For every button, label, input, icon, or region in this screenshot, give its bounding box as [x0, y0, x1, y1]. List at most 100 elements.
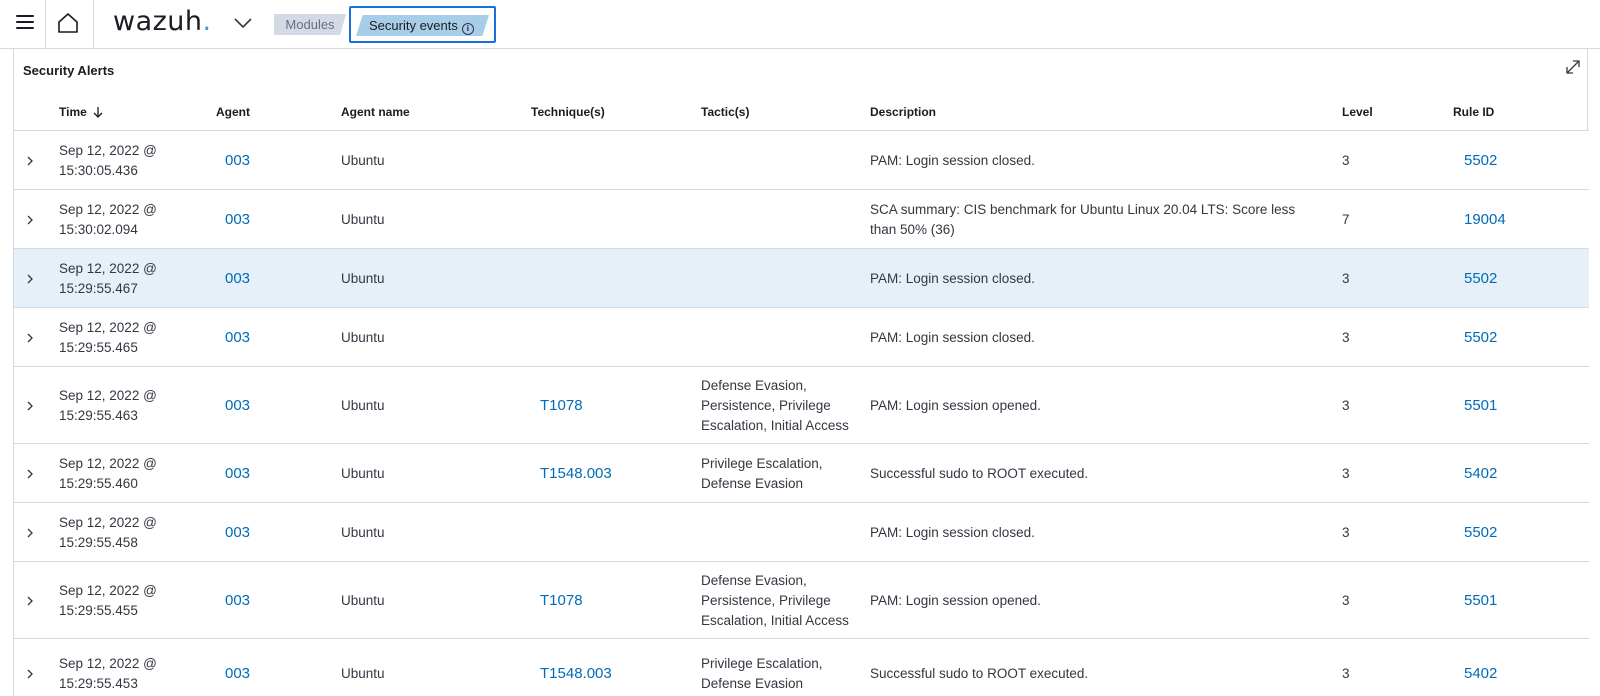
- chevron-right-icon[interactable]: [24, 155, 36, 167]
- rule-id-link[interactable]: 5502: [1464, 151, 1497, 171]
- column-header-techniques[interactable]: Technique(s): [531, 105, 605, 119]
- description-cell: PAM: Login session closed.: [870, 270, 1035, 286]
- chevron-right-icon[interactable]: [24, 400, 36, 412]
- chevron-right-icon[interactable]: [24, 332, 36, 344]
- tactic-line: Defense Evasion,: [701, 377, 807, 393]
- table-row[interactable]: Sep 12, 2022 @ 15:29:55.453 003 Ubuntu T1548…: [14, 639, 1589, 696]
- level-cell: 3: [1342, 397, 1350, 413]
- time-cell: Sep 12, 2022 @ 15:29:55.458: [59, 513, 157, 553]
- tactic-cell: Defense Evasion, Persistence, Privilege Es…: [701, 571, 866, 631]
- technique-link[interactable]: T1548.003: [540, 464, 612, 484]
- time-date: Sep 12, 2022 @: [59, 319, 157, 335]
- menu-icon[interactable]: [16, 15, 34, 31]
- technique-link[interactable]: T1548.003: [540, 664, 612, 684]
- time-date: Sep 12, 2022 @: [59, 387, 157, 403]
- time-clock: 15:29:55.458: [59, 534, 138, 550]
- description-cell: Successful sudo to ROOT executed.: [870, 465, 1089, 481]
- agent-link[interactable]: 003: [225, 269, 250, 289]
- agent-name-cell: Ubuntu: [341, 666, 385, 681]
- tactic-line: Defense Evasion: [701, 676, 804, 691]
- time-date: Sep 12, 2022 @: [59, 455, 157, 471]
- chevron-right-icon[interactable]: [24, 214, 36, 226]
- table-row[interactable]: Sep 12, 2022 @ 15:29:55.467 003 Ubuntu PAM: …: [14, 249, 1589, 308]
- agent-link[interactable]: 003: [225, 210, 250, 230]
- chevron-right-icon[interactable]: [24, 668, 36, 680]
- agent-name-cell: Ubuntu: [341, 524, 385, 540]
- time-date: Sep 12, 2022 @: [59, 201, 157, 217]
- rule-id-link[interactable]: 19004: [1464, 210, 1506, 230]
- agent-name-cell: Ubuntu: [341, 397, 385, 413]
- time-date: Sep 12, 2022 @: [59, 514, 157, 530]
- table-row[interactable]: Sep 12, 2022 @ 15:29:55.465 003 Ubuntu PAM: …: [14, 308, 1589, 367]
- agent-link[interactable]: 003: [225, 591, 250, 611]
- time-date: Sep 12, 2022 @: [59, 142, 157, 158]
- fullscreen-icon[interactable]: [1564, 58, 1582, 76]
- agent-link[interactable]: 003: [225, 464, 250, 484]
- column-header-time[interactable]: Time: [59, 105, 104, 119]
- tactic-line: Escalation, Initial Access: [701, 612, 849, 628]
- time-clock: 15:29:55.465: [59, 339, 138, 355]
- table-row[interactable]: Sep 12, 2022 @ 15:29:55.460 003 Ubuntu T1548…: [14, 444, 1589, 503]
- description-cell: PAM: Login session opened.: [870, 397, 1041, 413]
- rule-id-link[interactable]: 5502: [1464, 523, 1497, 543]
- level-cell: 7: [1342, 211, 1350, 227]
- time-cell: Sep 12, 2022 @ 15:30:02.094: [59, 200, 157, 240]
- technique-link[interactable]: T1078: [540, 591, 583, 611]
- rule-id-link[interactable]: 5501: [1464, 591, 1497, 611]
- chevron-right-icon[interactable]: [24, 273, 36, 285]
- chevron-down-icon[interactable]: [232, 16, 254, 30]
- agent-link[interactable]: 003: [225, 396, 250, 416]
- table-row[interactable]: Sep 12, 2022 @ 15:29:55.463 003 Ubuntu T1078…: [14, 367, 1589, 444]
- agent-name-cell: Ubuntu: [341, 329, 385, 345]
- agent-name-cell: Ubuntu: [341, 592, 385, 608]
- table-row[interactable]: Sep 12, 2022 @ 15:30:02.094 003 Ubuntu SCA s…: [14, 190, 1589, 249]
- wazuh-logo[interactable]: wazuh.: [113, 6, 212, 37]
- time-clock: 15:29:55.453: [59, 676, 138, 691]
- time-cell: Sep 12, 2022 @ 15:30:05.436: [59, 141, 157, 181]
- tactic-cell: Privilege Escalation, Defense Evasion: [701, 454, 866, 494]
- rule-id-link[interactable]: 5502: [1464, 328, 1497, 348]
- table-header: Time Agent Agent name Technique(s) Tacti…: [14, 97, 1589, 131]
- agent-link[interactable]: 003: [225, 523, 250, 543]
- agent-link[interactable]: 003: [225, 151, 250, 171]
- rule-id-link[interactable]: 5402: [1464, 464, 1497, 484]
- breadcrumb-modules[interactable]: Modules: [274, 14, 346, 35]
- home-icon[interactable]: [56, 11, 80, 35]
- agent-link[interactable]: 003: [225, 664, 250, 684]
- chevron-right-icon[interactable]: [24, 527, 36, 539]
- time-date: Sep 12, 2022 @: [59, 260, 157, 276]
- time-cell: Sep 12, 2022 @ 15:29:55.463: [59, 386, 157, 426]
- time-cell: Sep 12, 2022 @ 15:29:55.455: [59, 581, 157, 621]
- time-cell: Sep 12, 2022 @ 15:29:55.453: [59, 654, 157, 694]
- column-header-description[interactable]: Description: [870, 105, 936, 119]
- column-header-agent-name[interactable]: Agent name: [341, 105, 410, 119]
- column-header-rule-id[interactable]: Rule ID: [1453, 105, 1494, 119]
- security-alerts-panel: Security Alerts Time Agent Agent name Te…: [13, 49, 1589, 696]
- agent-name-cell: Ubuntu: [341, 270, 385, 286]
- level-cell: 3: [1342, 524, 1350, 540]
- table-row[interactable]: Sep 12, 2022 @ 15:30:05.436 003 Ubuntu PAM: …: [14, 131, 1589, 190]
- breadcrumb-security-events[interactable]: Security events i: [349, 6, 496, 43]
- header-divider: [93, 0, 94, 48]
- column-header-tactics[interactable]: Tactic(s): [701, 105, 749, 119]
- level-cell: 3: [1342, 152, 1350, 168]
- chevron-right-icon[interactable]: [24, 595, 36, 607]
- chevron-right-icon[interactable]: [24, 468, 36, 480]
- rule-id-link[interactable]: 5402: [1464, 664, 1497, 684]
- time-cell: Sep 12, 2022 @ 15:29:55.467: [59, 259, 157, 299]
- technique-link[interactable]: T1078: [540, 396, 583, 416]
- rule-id-link[interactable]: 5502: [1464, 269, 1497, 289]
- column-header-agent[interactable]: Agent: [216, 105, 250, 119]
- agent-link[interactable]: 003: [225, 328, 250, 348]
- info-icon: i: [461, 23, 474, 35]
- table-row[interactable]: Sep 12, 2022 @ 15:29:55.455 003 Ubuntu T1078…: [14, 562, 1589, 639]
- header-divider: [45, 0, 46, 48]
- description-cell: PAM: Login session opened.: [870, 592, 1041, 608]
- table-row[interactable]: Sep 12, 2022 @ 15:29:55.458 003 Ubuntu PAM: …: [14, 503, 1589, 562]
- description-cell: PAM: Login session closed.: [870, 329, 1035, 345]
- tactic-line: Persistence, Privilege: [701, 397, 831, 413]
- tactic-line: Defense Evasion,: [701, 572, 807, 588]
- column-header-level[interactable]: Level: [1342, 105, 1373, 119]
- rule-id-link[interactable]: 5501: [1464, 396, 1497, 416]
- tactic-line: Escalation, Initial Access: [701, 417, 849, 433]
